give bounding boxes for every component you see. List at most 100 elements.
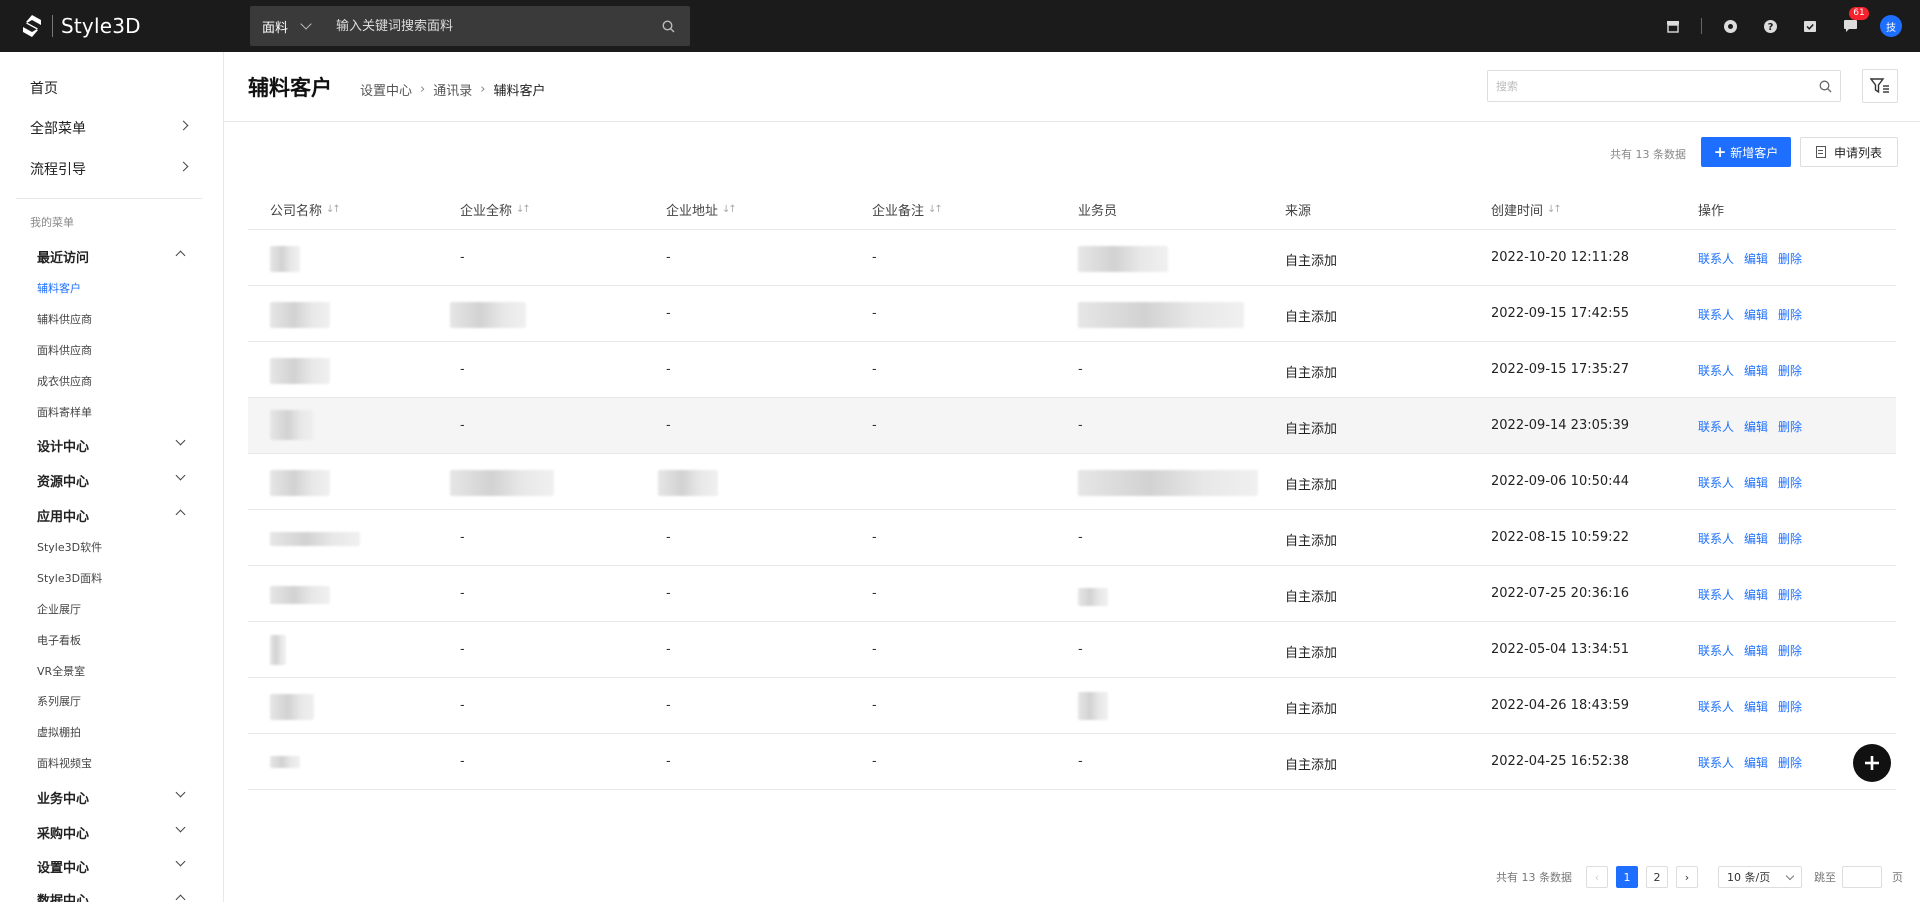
delete-link[interactable]: 删除 [1778,362,1802,379]
sidebar-group-data[interactable]: 数据中心 [37,890,89,902]
contact-link[interactable]: 联系人 [1698,306,1734,323]
sidebar-item-fabric-video[interactable]: 面料视频宝 [37,755,92,771]
chevron-down-icon[interactable] [175,856,186,867]
sidebar-item-style3d-software[interactable]: Style3D软件 [37,539,102,555]
column-header-remark[interactable]: 企业备注 ↓↑ [872,200,943,219]
contact-link[interactable]: 联系人 [1698,418,1734,435]
next-page-button[interactable]: › [1676,866,1698,888]
contact-link[interactable]: 联系人 [1698,250,1734,267]
floating-add-button[interactable] [1853,744,1891,782]
edit-link[interactable]: 编辑 [1744,642,1768,659]
search-category-select[interactable]: 面料 [250,17,320,36]
delete-link[interactable]: 删除 [1778,642,1802,659]
table-search-input[interactable] [1488,79,1810,93]
brand-logo[interactable]: Style3D [20,14,230,38]
sidebar-item-style3d-fabric[interactable]: Style3D面料 [37,570,102,586]
page-size-select[interactable]: 10 条/页 [1718,866,1802,888]
cell-created: 2022-04-26 18:43:59 [1491,698,1630,713]
chevron-up-icon[interactable] [175,250,186,261]
breadcrumb: 设置中心 › 通讯录 › 辅料客户 [360,80,545,99]
sidebar-item-process-guide[interactable]: 流程引导 [30,159,200,179]
task-icon[interactable] [1800,16,1820,36]
sidebar-group-resource[interactable]: 资源中心 [37,471,89,490]
globe-icon[interactable] [1720,16,1740,36]
edit-link[interactable]: 编辑 [1744,754,1768,771]
add-customer-button[interactable]: + 新增客户 [1701,137,1791,167]
column-header-company-name[interactable]: 公司名称 ↓↑ [270,200,341,219]
chevron-down-icon[interactable] [175,470,186,481]
message-icon[interactable]: 61 [1840,7,1869,36]
help-icon[interactable]: ? [1760,16,1780,36]
contact-link[interactable]: 联系人 [1698,530,1734,547]
global-search-input[interactable] [320,18,654,34]
application-list-button[interactable]: 申请列表 [1800,137,1898,167]
delete-link[interactable]: 删除 [1778,530,1802,547]
edit-link[interactable]: 编辑 [1744,250,1768,267]
column-header-full-name[interactable]: 企业全称 ↓↑ [460,200,531,219]
sidebar-item-showroom[interactable]: 企业展厅 [37,601,81,617]
delete-link[interactable]: 删除 [1778,250,1802,267]
sidebar-group-purchase[interactable]: 采购中心 [37,823,89,842]
contact-link[interactable]: 联系人 [1698,362,1734,379]
delete-link[interactable]: 删除 [1778,418,1802,435]
sidebar-item-garment-supplier[interactable]: 成衣供应商 [37,373,92,389]
jump-page-input[interactable] [1842,866,1882,888]
sidebar-group-settings[interactable]: 设置中心 [37,857,89,876]
sidebar-group-business[interactable]: 业务中心 [37,788,89,807]
chevron-up-icon[interactable] [175,509,186,520]
sidebar-item-dashboard[interactable]: 电子看板 [37,632,81,648]
cell-remark: - [872,530,877,545]
delete-link[interactable]: 删除 [1778,474,1802,491]
contact-link[interactable]: 联系人 [1698,586,1734,603]
chevron-down-icon[interactable] [175,822,186,833]
column-header-created[interactable]: 创建时间 ↓↑ [1491,200,1562,219]
breadcrumb-item[interactable]: 通讯录 [433,80,472,99]
sidebar-item-accessory-customer[interactable]: 辅料客户 [37,280,81,296]
edit-link[interactable]: 编辑 [1744,306,1768,323]
sort-icon[interactable]: ↓↑ [722,204,737,215]
sidebar-item-vr-room[interactable]: VR全景室 [37,663,85,679]
prev-page-button[interactable]: ‹ [1586,866,1608,888]
contact-link[interactable]: 联系人 [1698,754,1734,771]
contact-link[interactable]: 联系人 [1698,642,1734,659]
search-icon[interactable] [654,12,682,40]
cell-full-name-dash: - [460,250,465,265]
sidebar-item-all-menu[interactable]: 全部菜单 [30,118,200,138]
chevron-down-icon[interactable] [175,435,186,446]
edit-link[interactable]: 编辑 [1744,418,1768,435]
chevron-down-icon[interactable] [175,787,186,798]
delete-link[interactable]: 删除 [1778,754,1802,771]
search-icon[interactable] [1810,80,1840,93]
column-header-address[interactable]: 企业地址 ↓↑ [666,200,737,219]
sidebar-group-design[interactable]: 设计中心 [37,436,89,455]
delete-link[interactable]: 删除 [1778,586,1802,603]
sort-icon[interactable]: ↓↑ [1547,204,1562,215]
sort-icon[interactable]: ↓↑ [516,204,531,215]
sidebar-item-home[interactable]: 首页 [30,78,58,98]
sidebar-item-fabric-supplier[interactable]: 面料供应商 [37,342,92,358]
edit-link[interactable]: 编辑 [1744,530,1768,547]
sidebar-item-fabric-sample-order[interactable]: 面料寄样单 [37,404,92,420]
sidebar-group-apps[interactable]: 应用中心 [37,506,89,525]
sidebar-item-series-hall[interactable]: 系列展厅 [37,693,81,709]
sidebar-item-virtual-shoot[interactable]: 虚拟棚拍 [37,724,81,740]
sort-icon[interactable]: ↓↑ [326,204,341,215]
delete-link[interactable]: 删除 [1778,306,1802,323]
user-avatar[interactable]: 技 [1880,15,1902,37]
contact-link[interactable]: 联系人 [1698,698,1734,715]
contact-link[interactable]: 联系人 [1698,474,1734,491]
chevron-up-icon[interactable] [175,894,186,902]
edit-link[interactable]: 编辑 [1744,474,1768,491]
store-icon[interactable] [1663,16,1683,36]
delete-link[interactable]: 删除 [1778,698,1802,715]
edit-link[interactable]: 编辑 [1744,586,1768,603]
page-button[interactable]: 2 [1646,866,1668,888]
sidebar-group-recent[interactable]: 最近访问 [37,247,89,266]
edit-link[interactable]: 编辑 [1744,362,1768,379]
breadcrumb-item[interactable]: 设置中心 [360,80,412,99]
filter-button[interactable] [1862,69,1898,103]
sort-icon[interactable]: ↓↑ [928,204,943,215]
edit-link[interactable]: 编辑 [1744,698,1768,715]
page-button[interactable]: 1 [1616,866,1638,888]
sidebar-item-accessory-supplier[interactable]: 辅料供应商 [37,311,92,327]
